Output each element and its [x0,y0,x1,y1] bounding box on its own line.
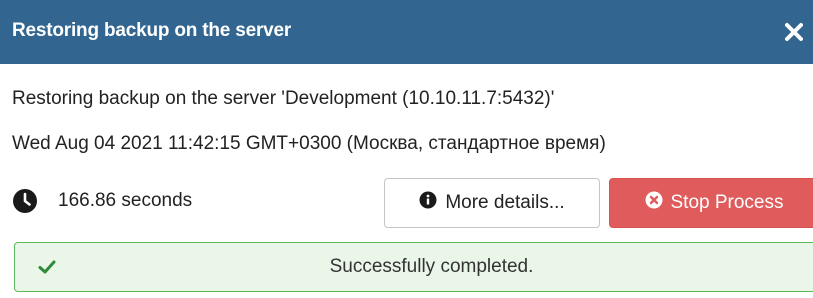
status-message: Successfully completed. [329,256,534,277]
success-alert: Successfully completed. [14,242,813,292]
stop-process-label: Stop Process [670,192,784,213]
info-icon [419,191,437,215]
start-timestamp: Wed Aug 04 2021 11:42:15 GMT+0300 (Москв… [12,133,606,154]
close-icon[interactable] [781,17,807,47]
more-details-label: More details... [445,192,565,213]
dialog-title: Restoring backup on the server [12,20,292,41]
dialog-header: Restoring backup on the server [0,0,813,64]
restore-description: Restoring backup on the server 'Developm… [12,88,555,109]
elapsed-time: 166.86 seconds [58,190,193,211]
restore-dialog: Restoring backup on the server Restoring… [0,0,813,298]
more-details-button[interactable]: More details... [384,178,600,228]
times-circle-icon [645,191,663,215]
stop-process-button[interactable]: Stop Process [609,178,813,228]
clock-icon [12,188,38,214]
